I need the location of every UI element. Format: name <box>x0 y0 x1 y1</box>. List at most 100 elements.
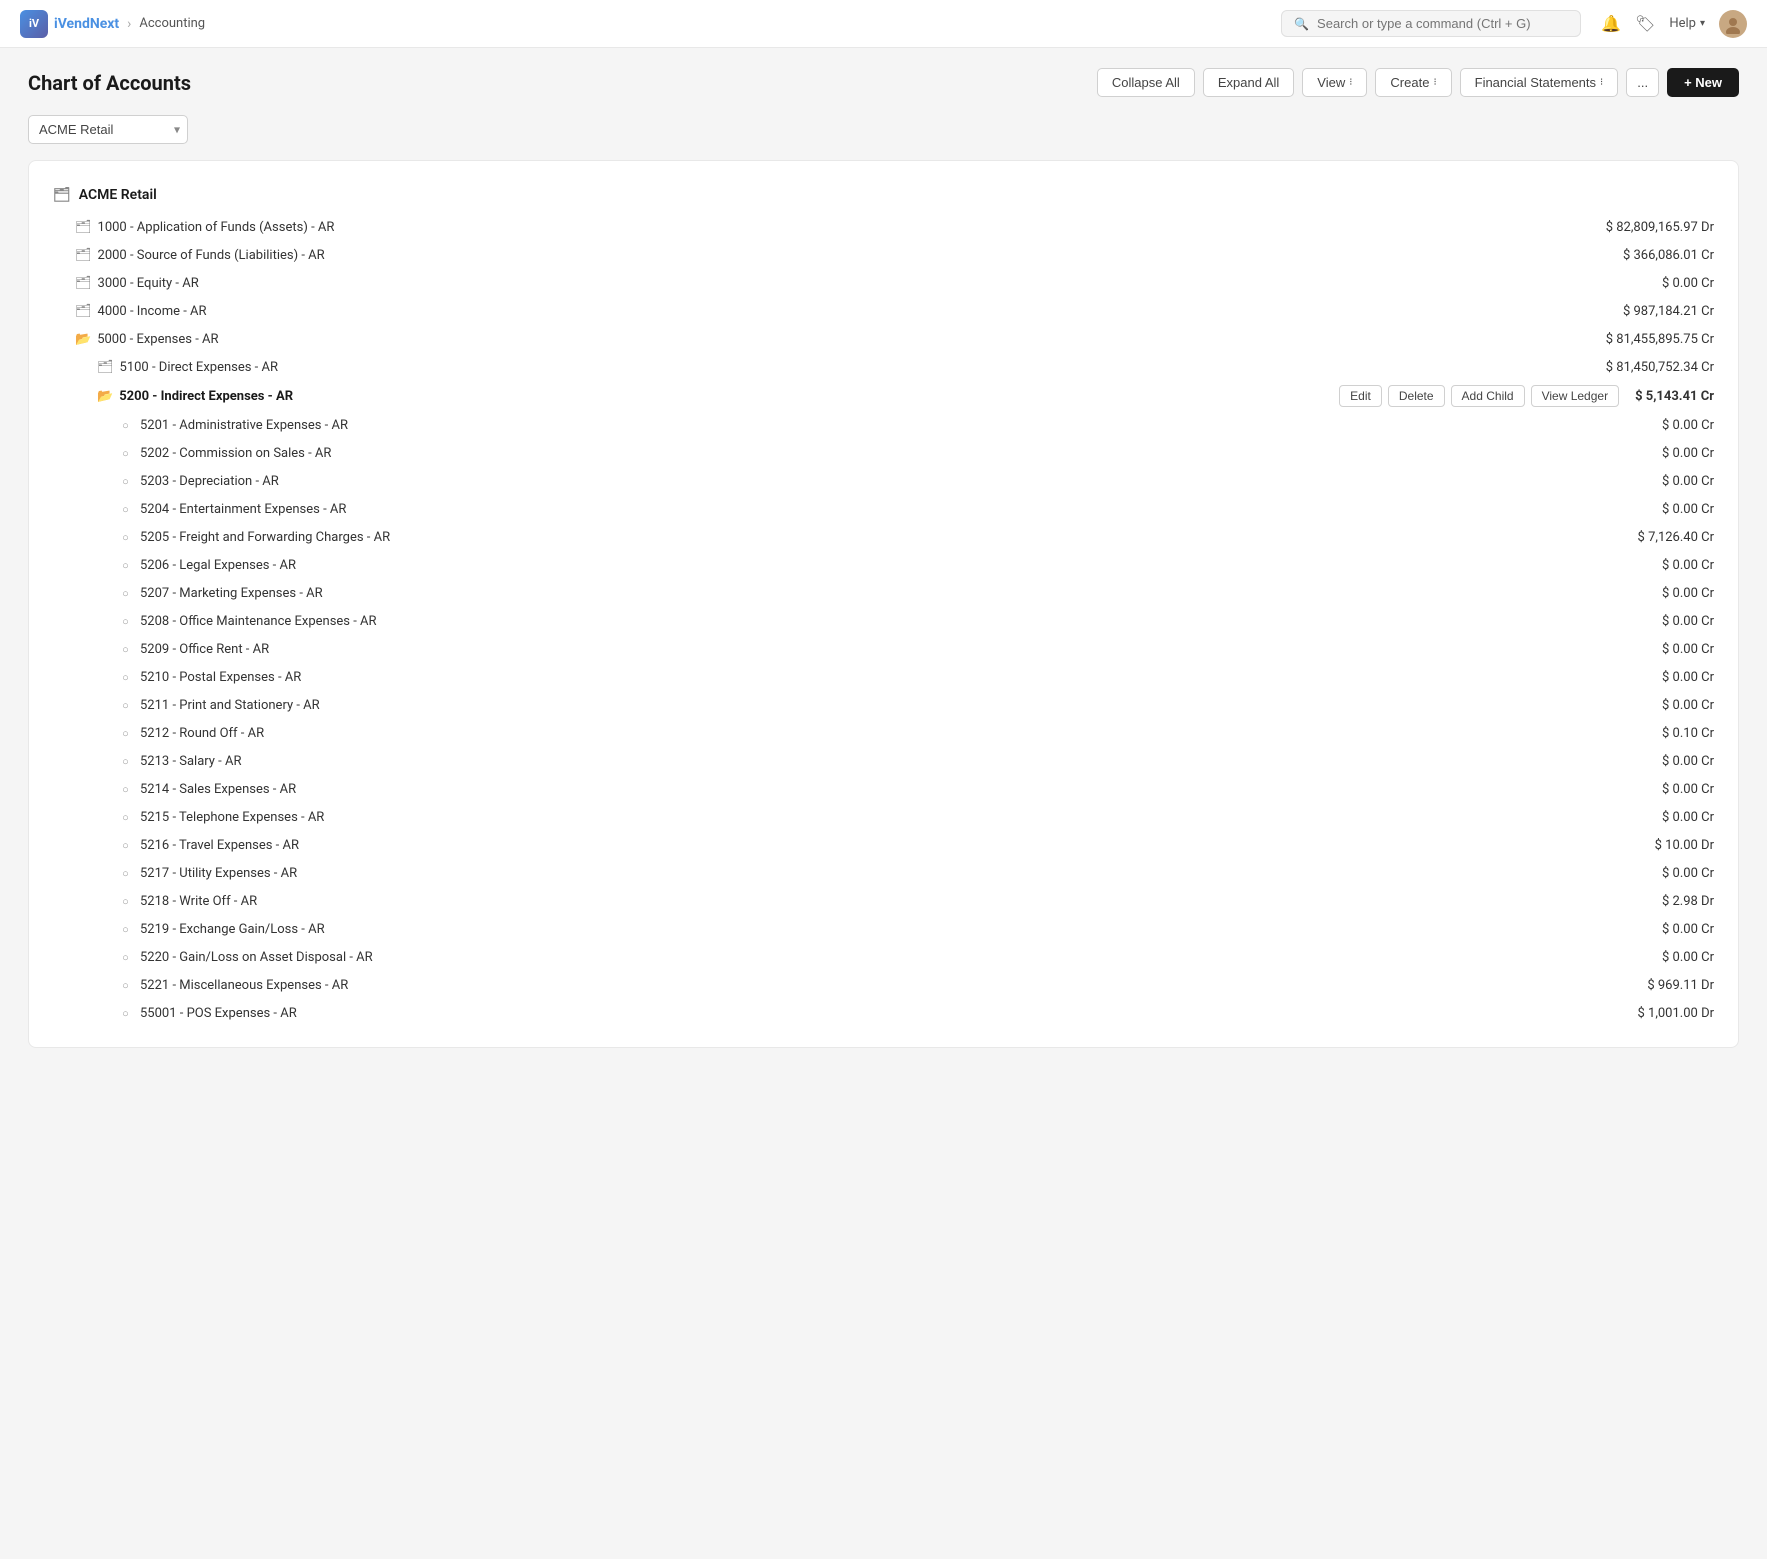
account-row[interactable]: ○5209 - Office Rent - AR$ 0.00 Cr <box>53 635 1714 663</box>
leaf-icon: ○ <box>119 755 132 768</box>
help-button[interactable]: Help ▾ <box>1669 16 1705 31</box>
account-name: 5213 - Salary - AR <box>140 754 1646 769</box>
leaf-icon: ○ <box>119 839 132 852</box>
account-name: 5220 - Gain/Loss on Asset Disposal - AR <box>140 950 1646 965</box>
account-row[interactable]: ○ 5220 - Gain/Loss on Asset Disposal - AR… <box>53 943 1714 971</box>
breadcrumb-section: Accounting <box>139 16 205 31</box>
account-row[interactable]: 🗂1000 - Application of Funds (Assets) - … <box>53 213 1714 241</box>
bookmark-icon[interactable]: 🏷 <box>1635 14 1655 33</box>
account-name: 5203 - Depreciation - AR <box>140 474 1646 489</box>
leaf-icon: ○ <box>119 923 132 936</box>
account-row[interactable]: ○5217 - Utility Expenses - AR$ 0.00 Cr <box>53 859 1714 887</box>
account-name: 5212 - Round Off - AR <box>140 726 1646 741</box>
account-amount: $ 10.00 Dr <box>1639 838 1714 853</box>
create-button[interactable]: Create ⁝ <box>1375 68 1451 97</box>
account-row[interactable]: ○5216 - Travel Expenses - AR$ 10.00 Dr <box>53 831 1714 859</box>
account-row[interactable]: 🗂3000 - Equity - AR$ 0.00 Cr <box>53 269 1714 297</box>
account-row[interactable]: ○5218 - Write Off - AR$ 2.98 Dr <box>53 887 1714 915</box>
leaf-icon: ○ <box>119 783 132 796</box>
account-row[interactable]: ○5219 - Exchange Gain/Loss - AR$ 0.00 Cr <box>53 915 1714 943</box>
account-amount: $ 0.00 Cr <box>1646 418 1714 433</box>
notification-icon[interactable]: 🔔 <box>1601 14 1621 33</box>
leaf-icon: ○ <box>119 671 132 684</box>
root-folder-icon: 🗂 <box>53 187 71 203</box>
account-amount: $ 81,455,895.75 Cr <box>1590 332 1714 347</box>
page-title: Chart of Accounts <box>28 71 191 95</box>
expand-all-button[interactable]: Expand All <box>1203 68 1294 97</box>
account-row[interactable]: ○5221 - Miscellaneous Expenses - AR$ 969… <box>53 971 1714 999</box>
leaf-icon: ○ <box>119 811 132 824</box>
account-row[interactable]: 📂 5200 - Indirect Expenses - AR Edit Delete… <box>53 381 1714 411</box>
account-amount: $ 82,809,165.97 Dr <box>1590 220 1714 235</box>
account-row[interactable]: ○5203 - Depreciation - AR$ 0.00 Cr <box>53 467 1714 495</box>
account-amount: $ 366,086.01 Cr <box>1607 248 1714 263</box>
account-row[interactable]: ○5204 - Entertainment Expenses - AR$ 0.0… <box>53 495 1714 523</box>
leaf-icon: ○ <box>119 559 132 572</box>
leaf-icon: ○ <box>119 979 132 992</box>
account-row[interactable]: ○5208 - Office Maintenance Expenses - AR… <box>53 607 1714 635</box>
account-row[interactable]: ○5211 - Print and Stationery - AR$ 0.00 … <box>53 691 1714 719</box>
account-row[interactable]: ○5215 - Telephone Expenses - AR$ 0.00 Cr <box>53 803 1714 831</box>
account-row[interactable]: ○ 5213 - Salary - AR$ 0.00 Cr <box>53 747 1714 775</box>
account-row[interactable]: ○5207 - Marketing Expenses - AR$ 0.00 Cr <box>53 579 1714 607</box>
avatar[interactable] <box>1719 10 1747 38</box>
view-button[interactable]: View ⁝ <box>1302 68 1367 97</box>
folder-open-icon: 📂 <box>97 389 113 404</box>
app-logo[interactable]: iV iVendNext <box>20 10 119 38</box>
folder-icon: 🗂 <box>75 220 92 235</box>
more-button[interactable]: ... <box>1626 68 1659 97</box>
account-name: 5200 - Indirect Expenses - AR <box>119 389 1331 404</box>
account-row[interactable]: ○5202 - Commission on Sales - AR$ 0.00 C… <box>53 439 1714 467</box>
ctx-view-ledger-button[interactable]: View Ledger <box>1531 385 1620 407</box>
account-name: 55001 - POS Expenses - AR <box>140 1006 1621 1021</box>
folder-icon: 🗂 <box>75 304 92 319</box>
account-name: 5207 - Marketing Expenses - AR <box>140 586 1646 601</box>
account-row[interactable]: ○5205 - Freight and Forwarding Charges -… <box>53 523 1714 551</box>
account-amount: $ 0.00 Cr <box>1646 950 1714 965</box>
account-row[interactable]: 🗂 2000 - Source of Funds (Liabilities) - … <box>53 241 1714 269</box>
account-name: 2000 - Source of Funds (Liabilities) - A… <box>98 248 1607 263</box>
account-name: 5211 - Print and Stationery - AR <box>140 698 1646 713</box>
account-row[interactable]: 🗂 4000 - Income - AR$ 987,184.21 Cr <box>53 297 1714 325</box>
account-amount: $ 0.00 Cr <box>1646 502 1714 517</box>
new-button[interactable]: + New <box>1667 68 1739 97</box>
leaf-icon: ○ <box>119 419 132 432</box>
account-tree: 🗂1000 - Application of Funds (Assets) - … <box>53 213 1714 1027</box>
account-row[interactable]: ○5212 - Round Off - AR$ 0.10 Cr <box>53 719 1714 747</box>
account-amount: $ 81,450,752.34 Cr <box>1590 360 1714 375</box>
search-bar[interactable]: 🔍 <box>1281 10 1581 37</box>
account-name: 5219 - Exchange Gain/Loss - AR <box>140 922 1646 937</box>
account-name: 5202 - Commission on Sales - AR <box>140 446 1646 461</box>
leaf-icon: ○ <box>119 951 132 964</box>
root-name: ACME Retail <box>79 187 157 203</box>
account-amount: $ 969.11 Dr <box>1631 978 1714 993</box>
account-amount: $ 987,184.21 Cr <box>1607 304 1714 319</box>
folder-icon: 🗂 <box>75 248 92 263</box>
account-row[interactable]: ○5210 - Postal Expenses - AR$ 0.00 Cr <box>53 663 1714 691</box>
leaf-icon: ○ <box>119 503 132 516</box>
financial-statements-button[interactable]: Financial Statements ⁝ <box>1460 68 1619 97</box>
account-row[interactable]: 📂5000 - Expenses - AR$ 81,455,895.75 Cr <box>53 325 1714 353</box>
topnav: iV iVendNext › Accounting 🔍 🔔 🏷 Help ▾ <box>0 0 1767 48</box>
leaf-icon: ○ <box>119 895 132 908</box>
account-row[interactable]: ○55001 - POS Expenses - AR$ 1,001.00 Dr <box>53 999 1714 1027</box>
account-amount: $ 0.00 Cr <box>1646 614 1714 629</box>
search-input[interactable] <box>1317 16 1568 31</box>
account-row[interactable]: 🗂5100 - Direct Expenses - AR$ 81,450,752… <box>53 353 1714 381</box>
account-name: 5208 - Office Maintenance Expenses - AR <box>140 614 1646 629</box>
leaf-icon: ○ <box>119 699 132 712</box>
account-name: 4000 - Income - AR <box>98 304 1607 319</box>
ctx-edit-button[interactable]: Edit <box>1339 385 1382 407</box>
account-amount: $ 0.00 Cr <box>1646 586 1714 601</box>
ctx-delete-button[interactable]: Delete <box>1388 385 1445 407</box>
account-name: 5100 - Direct Expenses - AR <box>120 360 1590 375</box>
account-row[interactable]: ○5201 - Administrative Expenses - AR$ 0.… <box>53 411 1714 439</box>
account-amount: $ 0.00 Cr <box>1646 754 1714 769</box>
account-row[interactable]: ○5206 - Legal Expenses - AR$ 0.00 Cr <box>53 551 1714 579</box>
account-row[interactable]: ○5214 - Sales Expenses - AR$ 0.00 Cr <box>53 775 1714 803</box>
account-name: 5205 - Freight and Forwarding Charges - … <box>140 530 1622 545</box>
company-select[interactable]: ACME Retail <box>28 115 188 144</box>
root-row[interactable]: 🗂 ACME Retail <box>53 181 1714 209</box>
ctx-add-child-button[interactable]: Add Child <box>1451 385 1525 407</box>
collapse-all-button[interactable]: Collapse All <box>1097 68 1195 97</box>
